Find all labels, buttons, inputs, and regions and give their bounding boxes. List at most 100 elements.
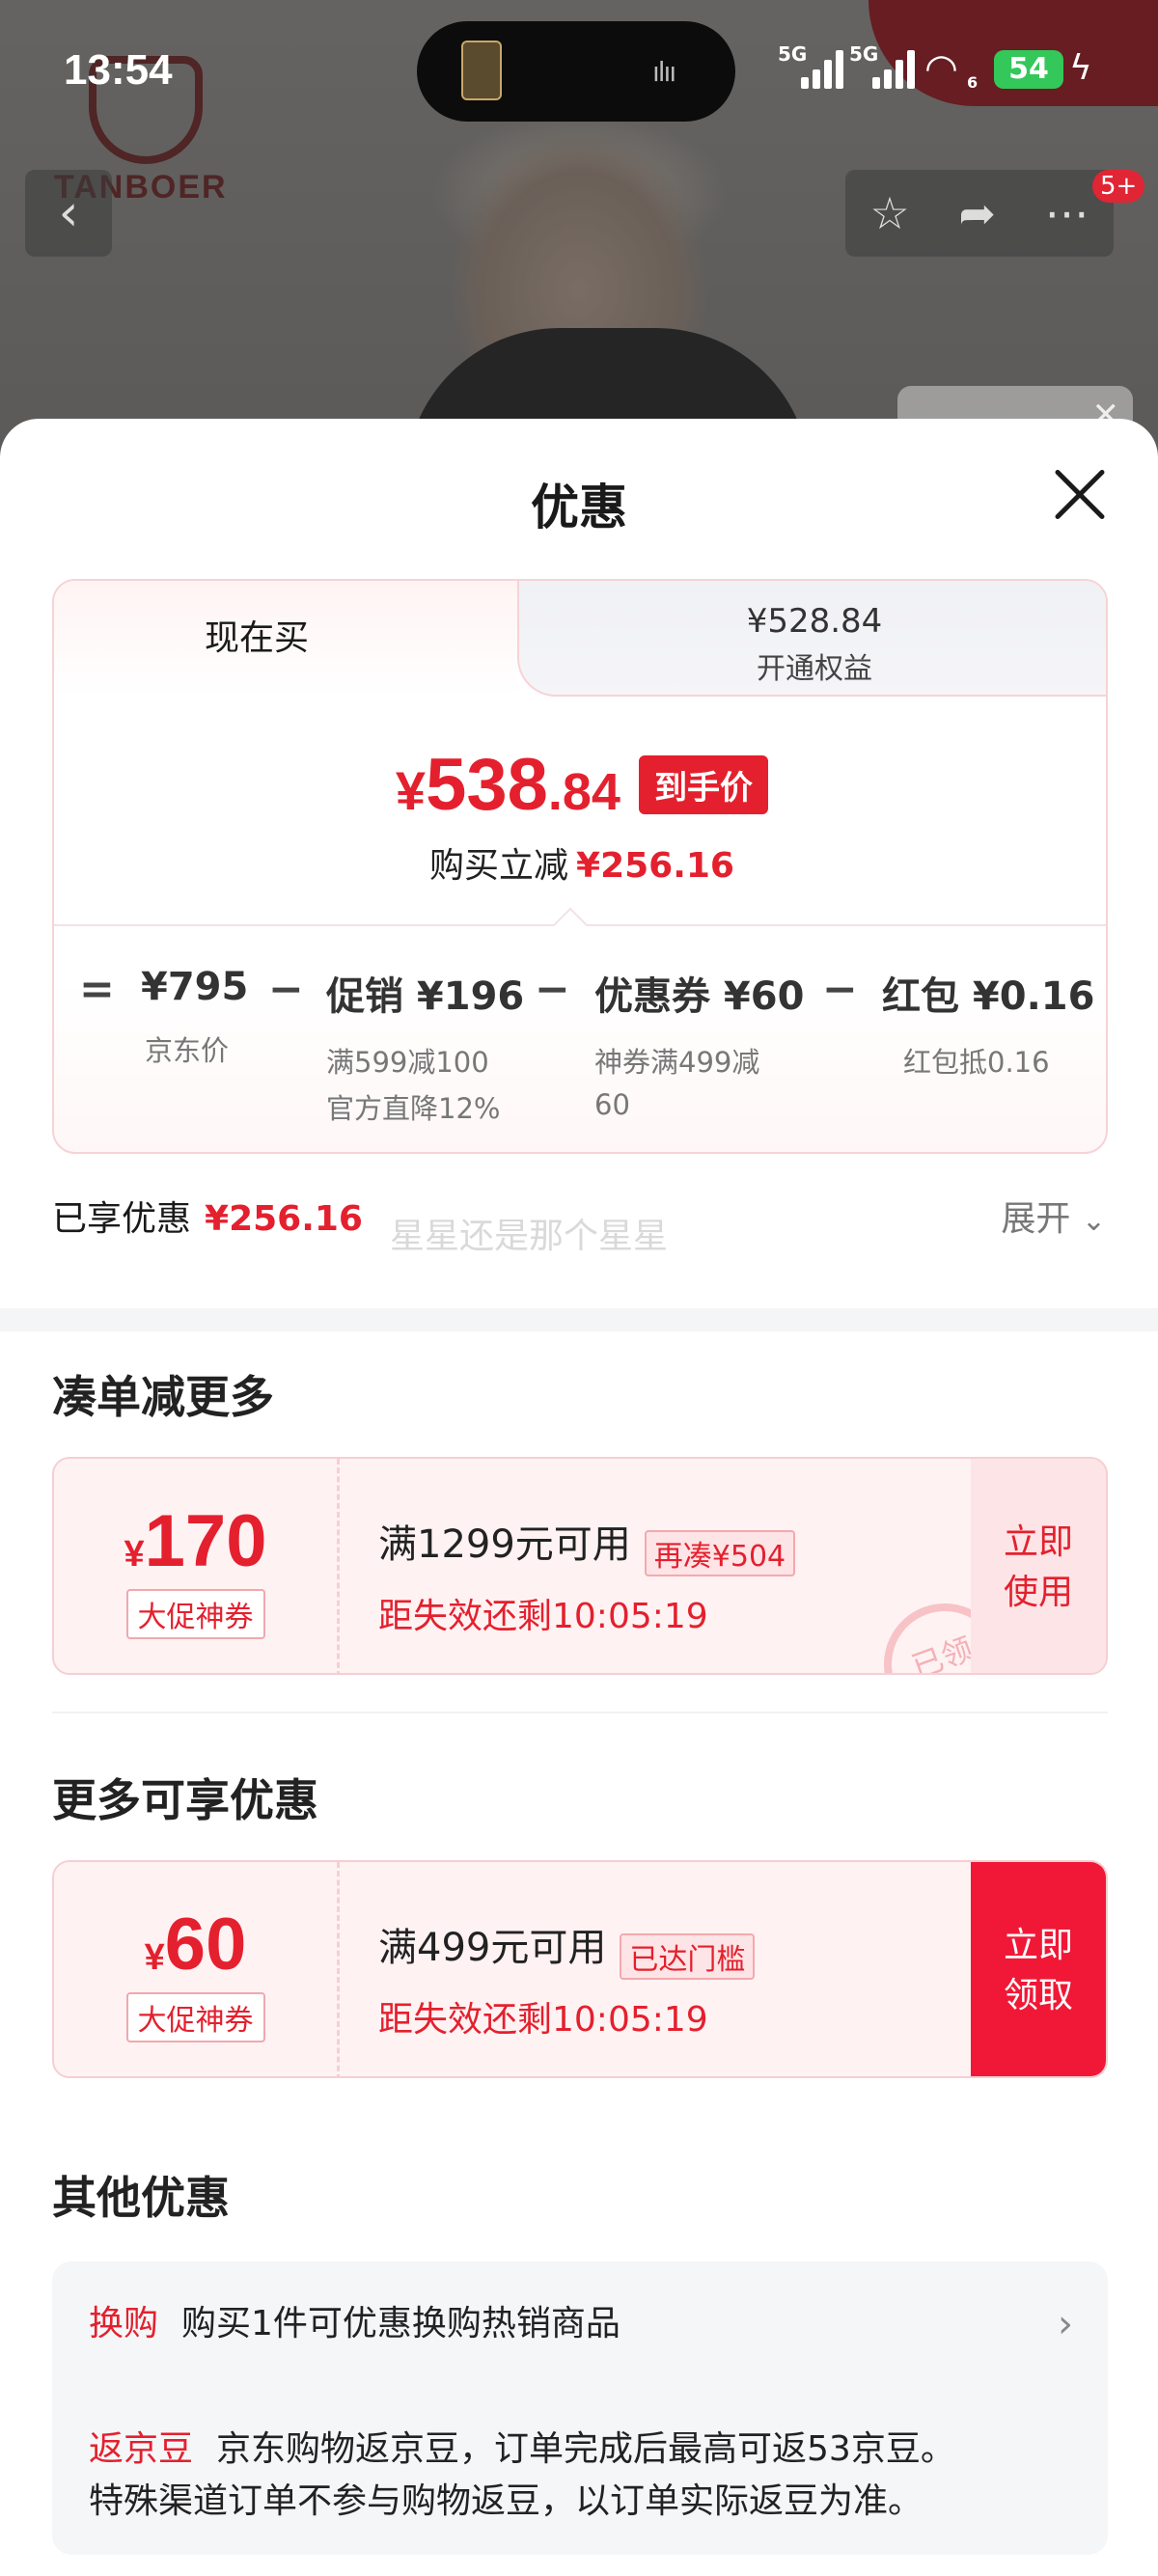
- formula-item-list-price: ¥795 京东价: [141, 965, 248, 1077]
- formula-head: 促销 ¥196: [326, 974, 525, 1019]
- cta-line: 领取: [1003, 1976, 1073, 2015]
- charging-icon: ϟ: [1069, 48, 1092, 88]
- coupon-details: 满1299元可用 再凑¥504 距失效还剩10:05:19: [378, 1513, 796, 1638]
- chevron-down-icon: ⌄: [1081, 1204, 1106, 1238]
- back-button[interactable]: ‹: [25, 170, 112, 257]
- coupon-amount: ¥170: [54, 1499, 337, 1583]
- wifi-icon: ◠: [924, 46, 958, 91]
- formula-head: 红包 ¥0.16: [882, 974, 1095, 1019]
- formula-item-red-packet: 红包 ¥0.16 红包抵0.16: [882, 965, 1094, 1088]
- final-price: ¥538.84: [396, 743, 620, 827]
- final-price-integer: 538: [426, 744, 548, 826]
- coupon-currency: ¥: [144, 1937, 165, 1978]
- minus-sign: −: [268, 965, 304, 1014]
- final-price-row: ¥538.84 到手价: [54, 743, 1106, 827]
- formula-head: ¥795: [141, 965, 249, 1009]
- instant-discount-row: 购买立减 ¥256.16: [54, 837, 1106, 888]
- top-actions-bar: ☆ ➦ ⋯: [845, 170, 1114, 257]
- final-price-decimal: .84: [547, 763, 620, 821]
- offer-text: 京东购物返京豆，订单完成后最高可返53京豆。: [216, 2429, 955, 2469]
- expand-button[interactable]: 展开 ⌄: [1001, 1191, 1106, 1241]
- final-price-currency: ¥: [395, 760, 427, 821]
- offer-label: 返京豆: [89, 2429, 194, 2469]
- section-divider: [52, 1712, 1108, 1713]
- minus-sign: −: [822, 965, 858, 1014]
- tab-buy-now[interactable]: 现在买: [54, 581, 517, 697]
- offer-label: 换购: [89, 2304, 159, 2343]
- instant-discount-value: ¥256.16: [576, 846, 734, 886]
- coupon-condition: 满1299元可用: [378, 1522, 631, 1567]
- tab-member-benefit[interactable]: ¥528.84 开通权益: [517, 581, 1106, 697]
- favorite-star-icon[interactable]: ☆: [869, 187, 909, 239]
- equals-sign: =: [79, 965, 115, 1014]
- discount-bottom-sheet: 优惠 现在买 ¥528.84 开通权益 ¥538.84 到手价 购买立减 ¥256…: [0, 419, 1158, 2576]
- close-sheet-button[interactable]: [1052, 467, 1106, 521]
- now-playing-artwork: [461, 41, 502, 100]
- cta-line: 立即: [1003, 1926, 1073, 1965]
- offer-text-continued: 特殊渠道订单不参与购物返豆，以订单实际返豆为准。: [89, 2481, 924, 2521]
- use-now-button[interactable]: 立即 使用: [971, 1459, 1106, 1673]
- coupon-type-label: 大促神券: [125, 1589, 265, 1639]
- wifi-band-label: 6: [967, 73, 979, 92]
- chevron-right-icon[interactable]: ›: [1058, 2302, 1073, 2346]
- coupon-currency: ¥: [124, 1534, 145, 1575]
- other-offers-panel: 换购 购买1件可优惠换购热销商品 › 返京豆 京东购物返京豆，订单完成后最高可返53…: [52, 2261, 1108, 2555]
- formula-sub: 京东价: [145, 1034, 230, 1067]
- coupon-details: 满499元可用 已达门槛 距失效还剩10:05:19: [378, 1916, 756, 2042]
- claim-now-button[interactable]: 立即 领取: [971, 1862, 1106, 2076]
- battery-indicator: 54: [994, 50, 1063, 89]
- enjoyed-discount: 已享优惠 ¥256.16: [52, 1191, 363, 1241]
- price-formula: = ¥795 京东价 − 促销 ¥196 满599减100 官方直降12% − …: [54, 938, 1106, 1150]
- expand-label: 展开: [1001, 1199, 1071, 1239]
- formula-sub-line: 满599减100: [326, 1046, 489, 1079]
- chevron-left-icon: ‹: [58, 184, 79, 242]
- instant-discount-label: 购买立减: [429, 846, 569, 886]
- formula-sub: 红包抵0.16: [903, 1046, 1050, 1079]
- final-price-tag: 到手价: [639, 755, 769, 814]
- section-title-other: 其他优惠: [52, 2172, 230, 2224]
- enjoyed-value: ¥256.16: [205, 1199, 363, 1239]
- formula-sub: 神券满499减 60: [594, 1036, 804, 1131]
- coupon-condition: 满499元可用: [378, 1926, 607, 1970]
- coupon-card-170: ¥170 大促神券 满1299元可用 再凑¥504 距失效还剩10:05:19 已…: [52, 1457, 1108, 1675]
- coupon-value: 170: [144, 1500, 267, 1582]
- coupon-countdown: 距失效还剩10:05:19: [378, 1999, 708, 2040]
- coupon-type-label: 大促神券: [125, 1992, 265, 2042]
- section-title-more: 凑单减更多: [52, 1371, 274, 1423]
- share-icon[interactable]: ➦: [958, 187, 996, 239]
- section-title-available: 更多可享优惠: [52, 1774, 318, 1826]
- offer-text: 购买1件可优惠换购热销商品: [181, 2304, 620, 2343]
- formula-item-promotion: 促销 ¥196 满599减100 官方直降12%: [326, 965, 524, 1135]
- section-separator: [0, 1308, 1158, 1331]
- coupon-amount-panel: ¥60 大促神券: [54, 1862, 340, 2076]
- sim2-signal-icon: [872, 50, 921, 89]
- jingdou-offer-row: 返京豆 京东购物返京豆，订单完成后最高可返53京豆。 特殊渠道订单不参与购物返豆，…: [89, 2424, 955, 2528]
- audio-wave-icon: ılıı: [652, 56, 676, 88]
- sim1-signal-icon: [801, 50, 849, 89]
- coupon-amount: ¥60: [54, 1903, 337, 1987]
- formula-sub-line: 官方直降12%: [326, 1092, 501, 1125]
- sheet-title: 优惠: [531, 480, 627, 535]
- message-count-badge: 5+: [1092, 170, 1145, 203]
- cta-line: 立即: [1003, 1522, 1073, 1562]
- member-price: ¥528.84: [746, 602, 883, 641]
- status-bar: 13:54 ılıı 5G 5G ◠ 6 54 ϟ: [0, 0, 1158, 145]
- coupon-card-60: ¥60 大促神券 满499元可用 已达门槛 距失效还剩10:05:19 立即 领取: [52, 1860, 1108, 2078]
- member-label: 开通权益: [757, 652, 872, 686]
- formula-sub: 满599减100 官方直降12%: [326, 1036, 524, 1135]
- watermark-text: 星星还是那个星星: [390, 1217, 669, 1256]
- coupon-threshold-tag: 已达门槛: [620, 1932, 756, 1980]
- enjoyed-label: 已享优惠: [52, 1199, 192, 1239]
- cta-line: 使用: [1003, 1573, 1073, 1612]
- formula-head: 优惠券 ¥60: [594, 974, 805, 1019]
- price-breakdown-card: 现在买 ¥528.84 开通权益 ¥538.84 到手价 购买立减 ¥256.16…: [52, 579, 1108, 1154]
- trade-in-offer-row[interactable]: 换购 购买1件可优惠换购热销商品: [89, 2298, 620, 2350]
- coupon-gap-tag: 再凑¥504: [644, 1529, 796, 1576]
- status-time: 13:54: [64, 46, 173, 94]
- coupon-value: 60: [164, 1904, 247, 1986]
- minus-sign: −: [535, 965, 570, 1014]
- more-icon[interactable]: ⋯: [1045, 187, 1089, 239]
- formula-item-coupon: 优惠券 ¥60 神券满499减 60: [594, 965, 804, 1131]
- coupon-countdown: 距失效还剩10:05:19: [378, 1596, 708, 1636]
- coupon-amount-panel: ¥170 大促神券: [54, 1459, 340, 1673]
